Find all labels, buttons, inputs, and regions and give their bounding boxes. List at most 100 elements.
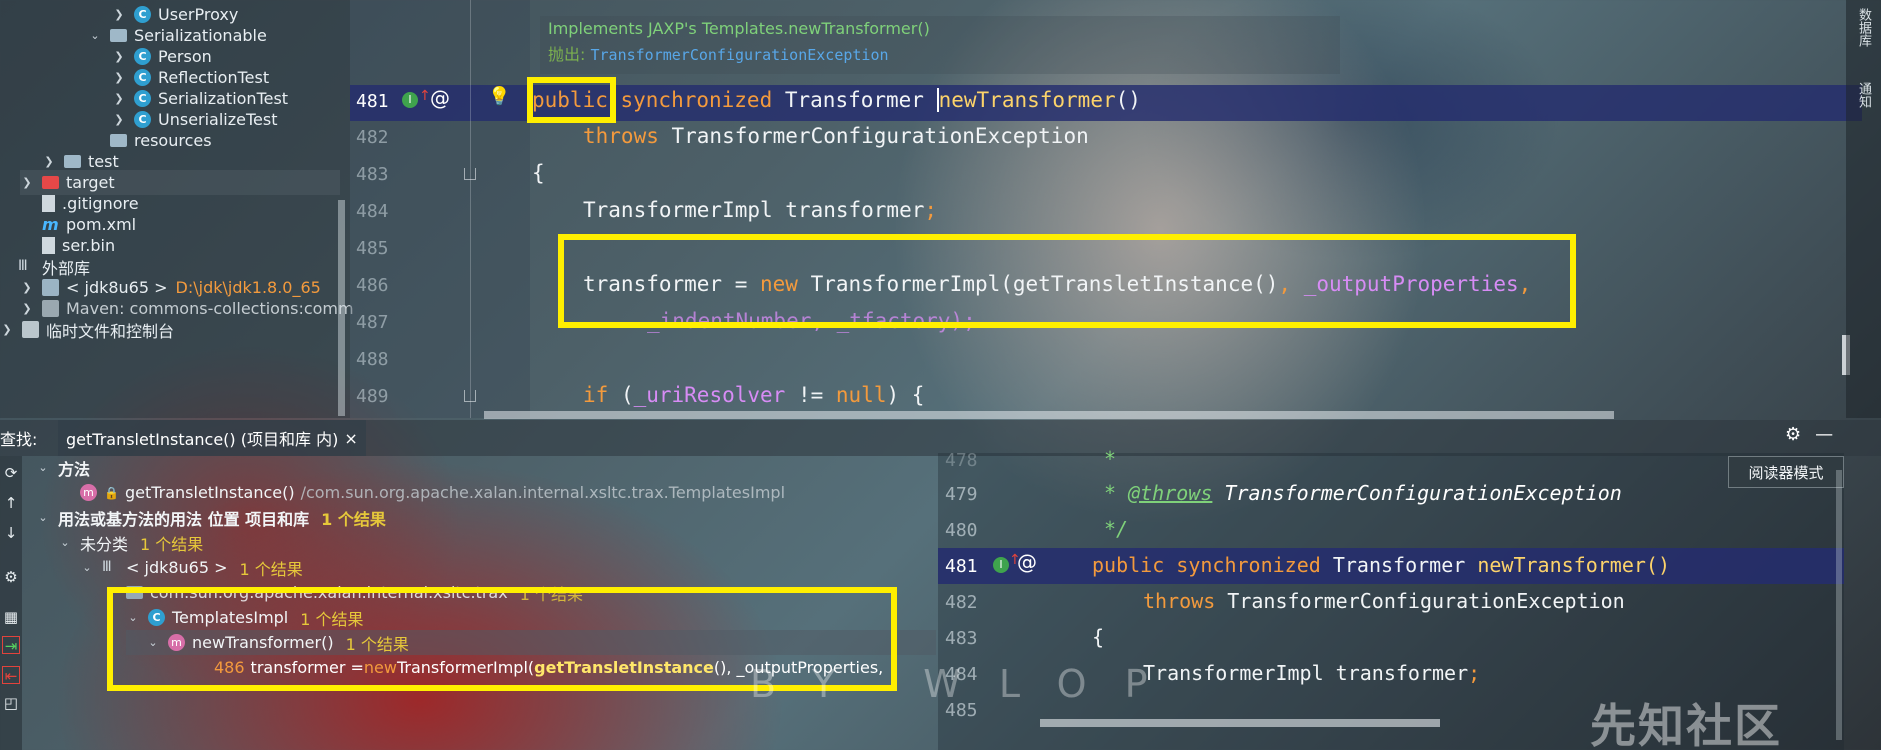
package-icon bbox=[110, 29, 127, 42]
chevron-down-icon[interactable]: ⌄ bbox=[58, 536, 72, 549]
class-icon: C bbox=[134, 111, 151, 128]
doc-summary: Implements JAXP's Templates.newTransform… bbox=[548, 19, 930, 38]
chevron-right-icon[interactable]: ❯ bbox=[20, 302, 34, 315]
preview-line-number: 480 bbox=[945, 520, 978, 541]
close-icon[interactable]: × bbox=[344, 429, 357, 448]
override-arrow-icon[interactable]: ↑ bbox=[419, 88, 431, 104]
find-tool-window-header: 查找: getTransletInstance() (项目和库 内) × bbox=[0, 420, 1881, 456]
class-icon: C bbox=[134, 48, 151, 65]
minimize-icon[interactable]: — bbox=[1815, 424, 1833, 445]
annotation-gutter-icon[interactable]: @ bbox=[1017, 550, 1037, 574]
gutter-divider bbox=[470, 0, 471, 418]
highlight-box-transformer-line bbox=[558, 234, 1576, 328]
methods-group[interactable]: ⌄ 方法 bbox=[36, 455, 90, 480]
line-number: 486 bbox=[356, 275, 389, 296]
class-icon: C bbox=[134, 90, 151, 107]
code-line-483[interactable]: { bbox=[532, 161, 545, 185]
jdk-group[interactable]: ⌄ Ⅲ < jdk8u65 >1 个结果 bbox=[80, 555, 302, 580]
project-tree: ❯ C UserProxy ⌄ Serializationable ❯ C Person … bbox=[0, 0, 354, 418]
uncategorized-group[interactable]: ⌄ 未分类 1 个结果 bbox=[58, 530, 203, 555]
folder-red-icon bbox=[42, 176, 59, 189]
line-number: 483 bbox=[356, 164, 389, 185]
tree-scrollbar[interactable] bbox=[338, 200, 345, 416]
editor-horizontal-scrollbar[interactable] bbox=[484, 411, 1614, 419]
preview-line-number: 479 bbox=[945, 484, 978, 505]
library-icon: Ⅲ bbox=[102, 559, 112, 575]
watermark: 先知社区 bbox=[1590, 699, 1782, 750]
line-number: 485 bbox=[356, 238, 389, 259]
settings-icon[interactable]: ⚙ bbox=[2, 568, 20, 586]
chevron-down-icon[interactable]: ⌄ bbox=[36, 461, 50, 474]
find-toolstrip: ⟳ ↑ ↓ ⚙ ▦ ⇥ ⇤ ◰ bbox=[0, 456, 22, 750]
line-number: 481 bbox=[356, 91, 389, 112]
throws-label: 抛出: bbox=[548, 45, 586, 64]
preview-code-479: * @throws TransformerConfigurationExcept… bbox=[1104, 481, 1622, 505]
notifications-tool-button[interactable]: 通知 bbox=[1854, 82, 1873, 108]
chevron-right-icon[interactable]: ❯ bbox=[42, 155, 56, 168]
preview-code-480: */ bbox=[1104, 517, 1129, 541]
chevron-right-icon[interactable]: ❯ bbox=[112, 71, 126, 84]
chevron-right-icon[interactable]: ❯ bbox=[20, 176, 34, 189]
arrow-up-icon[interactable]: ↑ bbox=[2, 494, 20, 512]
chevron-right-icon[interactable]: ❯ bbox=[112, 8, 126, 21]
maven-icon: m bbox=[42, 215, 59, 234]
tree-item-scratches[interactable]: ❯ 临时文件和控制台 bbox=[0, 317, 174, 342]
preview-toggle-icon[interactable]: ◰ bbox=[2, 694, 20, 712]
method-icon: m bbox=[80, 484, 97, 501]
preview-code-483: { bbox=[1092, 625, 1105, 649]
code-line-489[interactable]: if (_uriResolver != null) { bbox=[583, 383, 924, 407]
code-line-482[interactable]: throws TransformerConfigurationException bbox=[583, 124, 1089, 148]
chevron-down-icon[interactable]: ⌄ bbox=[88, 29, 102, 42]
jdk-icon bbox=[42, 279, 59, 296]
chevron-right-icon[interactable]: ❯ bbox=[112, 50, 126, 63]
export-icon[interactable]: ⇤ bbox=[2, 666, 20, 685]
code-line-481[interactable]: public synchronized Transformer newTrans… bbox=[532, 88, 1141, 112]
find-window-actions: ⚙ — bbox=[1785, 424, 1833, 445]
preview-code-481: public synchronized Transformer newTrans… bbox=[1092, 553, 1670, 577]
chevron-down-icon[interactable]: ⌄ bbox=[80, 561, 94, 574]
group-icon[interactable]: ▦ bbox=[2, 608, 20, 626]
line-number: 487 bbox=[356, 312, 389, 333]
scratch-icon bbox=[22, 321, 39, 338]
line-number: 488 bbox=[356, 349, 389, 370]
import-icon[interactable]: ⇥ bbox=[2, 636, 20, 655]
lightbulb-icon[interactable]: 💡 bbox=[488, 86, 510, 107]
target-method-row[interactable]: m 🔒 getTransletInstance()/com.sun.org.apac… bbox=[80, 480, 785, 505]
implements-gutter-icon[interactable]: I bbox=[993, 557, 1009, 573]
line-number: 484 bbox=[356, 201, 389, 222]
right-tool-bar: 数据库 通知 bbox=[1846, 0, 1881, 418]
preview-vertical-scrollbar[interactable] bbox=[1836, 470, 1842, 740]
chevron-right-icon[interactable]: ❯ bbox=[20, 281, 34, 294]
file-icon bbox=[42, 195, 55, 212]
chevron-right-icon[interactable]: ❯ bbox=[112, 113, 126, 126]
library-icon: Ⅲ bbox=[18, 258, 28, 274]
line-number: 482 bbox=[356, 127, 389, 148]
folder-icon bbox=[64, 155, 81, 168]
preview-code-482: throws TransformerConfigurationException bbox=[1143, 589, 1625, 613]
doc-exception-link[interactable]: TransformerConfigurationException bbox=[591, 46, 889, 64]
chevron-right-icon[interactable]: ❯ bbox=[0, 323, 14, 336]
find-tab[interactable]: getTransletInstance() (项目和库 内) × bbox=[58, 420, 366, 456]
preview-code-484: TransformerImpl transformer; bbox=[1143, 661, 1481, 685]
inline-doc-hint: Implements JAXP's Templates.newTransform… bbox=[540, 16, 1340, 74]
preview-line-number: 478 bbox=[945, 450, 978, 471]
class-icon: C bbox=[134, 69, 151, 86]
code-line-484[interactable]: TransformerImpl transformer; bbox=[583, 198, 937, 222]
gear-icon[interactable]: ⚙ bbox=[1785, 424, 1801, 445]
implements-gutter-icon[interactable]: I bbox=[402, 92, 418, 108]
database-tool-button[interactable]: 数据库 bbox=[1854, 8, 1873, 47]
reader-mode-button[interactable]: 阅读器模式 bbox=[1728, 456, 1844, 488]
find-tab-label: getTransletInstance() (项目和库 内) bbox=[66, 430, 339, 449]
preview-horizontal-scrollbar[interactable] bbox=[1040, 719, 1440, 727]
annotation-gutter-icon[interactable]: @ bbox=[430, 86, 450, 110]
find-prefix: 查找: bbox=[0, 430, 38, 449]
chevron-right-icon[interactable]: ❯ bbox=[112, 92, 126, 105]
chevron-down-icon[interactable]: ⌄ bbox=[36, 511, 50, 524]
usages-group[interactable]: ⌄ 用法或基方法的用法 位置 项目和库 1 个结果 bbox=[36, 505, 385, 530]
class-icon: C bbox=[134, 6, 151, 23]
rerun-icon[interactable]: ⟳ bbox=[2, 464, 20, 482]
arrow-down-icon[interactable]: ↓ bbox=[2, 524, 20, 542]
preview-code-478: * bbox=[1104, 447, 1117, 471]
artwork-signature: BY WLOP bbox=[750, 662, 1186, 706]
preview-line-number: 481 bbox=[945, 556, 978, 577]
